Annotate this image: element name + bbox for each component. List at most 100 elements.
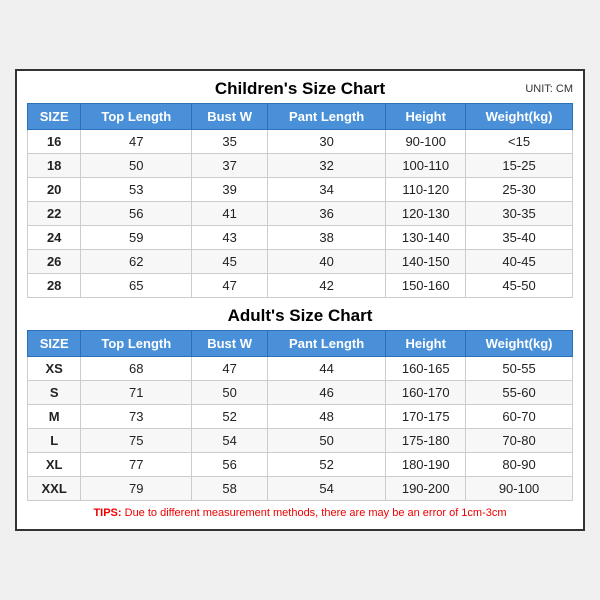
table-cell: 47 bbox=[192, 274, 268, 298]
table-cell: 55-60 bbox=[466, 381, 573, 405]
tips-label: TIPS: bbox=[93, 507, 121, 519]
table-cell: 170-175 bbox=[386, 405, 466, 429]
children-table: SIZE Top Length Bust W Pant Length Heigh… bbox=[27, 103, 573, 298]
table-row: 26624540140-15040-45 bbox=[28, 250, 573, 274]
table-cell: 150-160 bbox=[386, 274, 466, 298]
children-col-top-length: Top Length bbox=[81, 104, 192, 130]
adults-col-bust-w: Bust W bbox=[192, 331, 268, 357]
table-cell: 160-165 bbox=[386, 357, 466, 381]
adults-col-size: SIZE bbox=[28, 331, 81, 357]
children-col-weight: Weight(kg) bbox=[466, 104, 573, 130]
table-cell: 140-150 bbox=[386, 250, 466, 274]
table-cell: 65 bbox=[81, 274, 192, 298]
table-row: L755450175-18070-80 bbox=[28, 429, 573, 453]
table-cell: 180-190 bbox=[386, 453, 466, 477]
table-cell: S bbox=[28, 381, 81, 405]
table-row: 1647353090-100<15 bbox=[28, 130, 573, 154]
table-cell: 45-50 bbox=[466, 274, 573, 298]
table-row: XL775652180-19080-90 bbox=[28, 453, 573, 477]
table-cell: 90-100 bbox=[466, 477, 573, 501]
table-cell: 90-100 bbox=[386, 130, 466, 154]
table-cell: 16 bbox=[28, 130, 81, 154]
table-row: 20533934110-12025-30 bbox=[28, 178, 573, 202]
adults-table: SIZE Top Length Bust W Pant Length Heigh… bbox=[27, 330, 573, 501]
table-cell: 18 bbox=[28, 154, 81, 178]
table-cell: 75 bbox=[81, 429, 192, 453]
table-cell: 32 bbox=[267, 154, 385, 178]
table-cell: 47 bbox=[192, 357, 268, 381]
adults-title: Adult's Size Chart bbox=[228, 306, 373, 326]
table-cell: 40-45 bbox=[466, 250, 573, 274]
table-cell: 44 bbox=[267, 357, 385, 381]
table-cell: 47 bbox=[81, 130, 192, 154]
table-row: XXL795854190-20090-100 bbox=[28, 477, 573, 501]
tips-text: Due to different measurement methods, th… bbox=[122, 507, 507, 519]
table-cell: 120-130 bbox=[386, 202, 466, 226]
table-cell: 40 bbox=[267, 250, 385, 274]
table-cell: 43 bbox=[192, 226, 268, 250]
table-cell: 160-170 bbox=[386, 381, 466, 405]
table-cell: 26 bbox=[28, 250, 81, 274]
table-cell: 54 bbox=[267, 477, 385, 501]
table-cell: 53 bbox=[81, 178, 192, 202]
adults-title-row: Adult's Size Chart bbox=[27, 306, 573, 326]
children-title-row: Children's Size Chart UNIT: CM bbox=[27, 79, 573, 99]
chart-container: Children's Size Chart UNIT: CM SIZE Top … bbox=[15, 69, 585, 531]
table-cell: 30 bbox=[267, 130, 385, 154]
adults-col-pant-length: Pant Length bbox=[267, 331, 385, 357]
table-cell: 58 bbox=[192, 477, 268, 501]
table-cell: 100-110 bbox=[386, 154, 466, 178]
table-cell: 42 bbox=[267, 274, 385, 298]
table-cell: 39 bbox=[192, 178, 268, 202]
adults-col-top-length: Top Length bbox=[81, 331, 192, 357]
table-cell: 30-35 bbox=[466, 202, 573, 226]
children-col-height: Height bbox=[386, 104, 466, 130]
unit-label: UNIT: CM bbox=[525, 83, 573, 95]
table-row: 24594338130-14035-40 bbox=[28, 226, 573, 250]
table-cell: 50 bbox=[81, 154, 192, 178]
table-cell: 190-200 bbox=[386, 477, 466, 501]
children-col-bust-w: Bust W bbox=[192, 104, 268, 130]
table-cell: 28 bbox=[28, 274, 81, 298]
children-col-size: SIZE bbox=[28, 104, 81, 130]
table-cell: 56 bbox=[192, 453, 268, 477]
table-cell: <15 bbox=[466, 130, 573, 154]
table-cell: 45 bbox=[192, 250, 268, 274]
table-cell: 41 bbox=[192, 202, 268, 226]
table-cell: 56 bbox=[81, 202, 192, 226]
table-cell: 24 bbox=[28, 226, 81, 250]
table-cell: 38 bbox=[267, 226, 385, 250]
table-cell: 70-80 bbox=[466, 429, 573, 453]
table-cell: 35-40 bbox=[466, 226, 573, 250]
table-cell: 130-140 bbox=[386, 226, 466, 250]
table-cell: XS bbox=[28, 357, 81, 381]
children-title: Children's Size Chart bbox=[215, 79, 385, 99]
table-cell: 35 bbox=[192, 130, 268, 154]
table-cell: 71 bbox=[81, 381, 192, 405]
table-row: 28654742150-16045-50 bbox=[28, 274, 573, 298]
children-col-pant-length: Pant Length bbox=[267, 104, 385, 130]
table-cell: 52 bbox=[192, 405, 268, 429]
children-header-row: SIZE Top Length Bust W Pant Length Heigh… bbox=[28, 104, 573, 130]
table-cell: 73 bbox=[81, 405, 192, 429]
table-cell: 68 bbox=[81, 357, 192, 381]
table-row: XS684744160-16550-55 bbox=[28, 357, 573, 381]
tips-row: TIPS: Due to different measurement metho… bbox=[27, 507, 573, 519]
table-cell: XL bbox=[28, 453, 81, 477]
table-row: 18503732100-11015-25 bbox=[28, 154, 573, 178]
table-cell: 59 bbox=[81, 226, 192, 250]
table-row: S715046160-17055-60 bbox=[28, 381, 573, 405]
table-cell: 36 bbox=[267, 202, 385, 226]
table-cell: 50-55 bbox=[466, 357, 573, 381]
table-cell: 50 bbox=[192, 381, 268, 405]
table-cell: 79 bbox=[81, 477, 192, 501]
table-cell: 48 bbox=[267, 405, 385, 429]
table-cell: 52 bbox=[267, 453, 385, 477]
table-cell: 50 bbox=[267, 429, 385, 453]
adults-col-height: Height bbox=[386, 331, 466, 357]
table-cell: 37 bbox=[192, 154, 268, 178]
table-cell: M bbox=[28, 405, 81, 429]
table-cell: 60-70 bbox=[466, 405, 573, 429]
table-cell: 22 bbox=[28, 202, 81, 226]
table-cell: 110-120 bbox=[386, 178, 466, 202]
